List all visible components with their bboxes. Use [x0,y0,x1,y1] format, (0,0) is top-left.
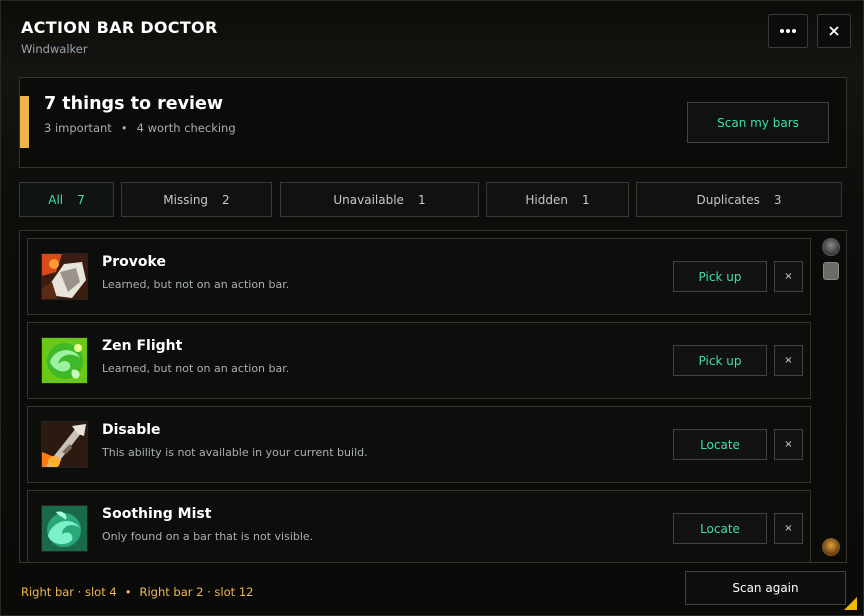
tab-count: 2 [222,192,230,207]
location-right-bar-slot-4[interactable]: Right bar · slot 4 [21,585,117,599]
spell-name: Disable [102,422,161,438]
list-item: Zen Flight Learned, but not on an action… [27,322,811,399]
issue-list: Provoke Learned, but not on an action ba… [19,230,847,563]
window-title: ACTION BAR DOCTOR [21,18,218,37]
ellipsis-icon [780,29,796,33]
scan-my-bars-button[interactable]: Scan my bars [687,102,829,143]
location-separator: • [124,585,132,599]
spell-status: Learned, but not on an action bar. [102,362,290,375]
review-summary: 7 things to review 3 important • 4 worth c… [19,77,847,168]
close-icon [829,26,839,36]
dismiss-button[interactable]: × [774,429,803,460]
tab-unavailable[interactable]: Unavailable 1 [280,182,479,217]
tab-label: Unavailable [333,192,404,207]
locate-button[interactable]: Locate [673,513,767,544]
list-item: Provoke Learned, but not on an action ba… [27,238,811,315]
provoke-spell-icon [41,253,88,300]
dismiss-button[interactable]: × [774,261,803,292]
tab-missing[interactable]: Missing 2 [121,182,272,217]
dismiss-button[interactable]: × [774,513,803,544]
tab-duplicates[interactable]: Duplicates 3 [636,182,842,217]
list-item: Disable This ability is not available in… [27,406,811,483]
tab-count: 7 [77,192,85,207]
location-right-bar-2-slot-12[interactable]: Right bar 2 · slot 12 [139,585,253,599]
tab-label: Hidden [525,192,568,207]
scrollbar-thumb[interactable] [823,262,839,280]
summary-accent-bar [20,96,29,148]
dismiss-button[interactable]: × [774,345,803,376]
soothing-mist-spell-icon [41,505,88,552]
disable-spell-icon [41,421,88,468]
locate-button[interactable]: Locate [673,429,767,460]
more-options-button[interactable] [768,14,808,48]
spell-status: Only found on a bar that is not visible. [102,530,314,543]
zen-flight-spell-icon [41,337,88,384]
tab-label: Duplicates [696,192,760,207]
tab-count: 3 [773,192,782,207]
scan-again-button[interactable]: Scan again [685,571,846,605]
summary-breakdown: 3 important • 4 worth checking [44,121,236,135]
slot-locations: Right bar · slot 4 • Right bar 2 · slot 12 [21,585,253,599]
spell-status: Learned, but not on an action bar. [102,278,290,291]
spell-name: Zen Flight [102,338,183,354]
spell-name: Provoke [102,254,166,270]
scroll-up-button[interactable] [822,238,840,256]
spell-status: This ability is not available in your cu… [102,446,368,459]
important-count: 3 important [44,121,112,135]
tab-label: All [48,192,64,207]
worth-checking-count: 4 worth checking [136,121,236,135]
tab-count: 1 [581,192,590,207]
scroll-down-button[interactable] [822,538,840,556]
tab-all[interactable]: All 7 [19,182,114,217]
spell-name: Soothing Mist [102,506,212,522]
addon-window: ACTION BAR DOCTOR Windwalker 7 things to… [0,0,864,616]
pick-up-button[interactable]: Pick up [673,261,767,292]
filter-tabs: All 7 Missing 2 Unavailable 1 Hidden 1 Dupli… [19,182,843,217]
pick-up-button[interactable]: Pick up [673,345,767,376]
tab-count: 1 [417,192,426,207]
summary-title: 7 things to review [44,94,224,114]
resize-grip[interactable] [844,597,857,610]
close-button[interactable] [817,14,851,48]
list-item: Soothing Mist Only found on a bar that i… [27,490,811,562]
summary-separator: • [120,121,128,135]
spec-subtitle: Windwalker [21,42,88,56]
tab-hidden[interactable]: Hidden 1 [486,182,629,217]
tab-label: Missing [163,192,209,207]
